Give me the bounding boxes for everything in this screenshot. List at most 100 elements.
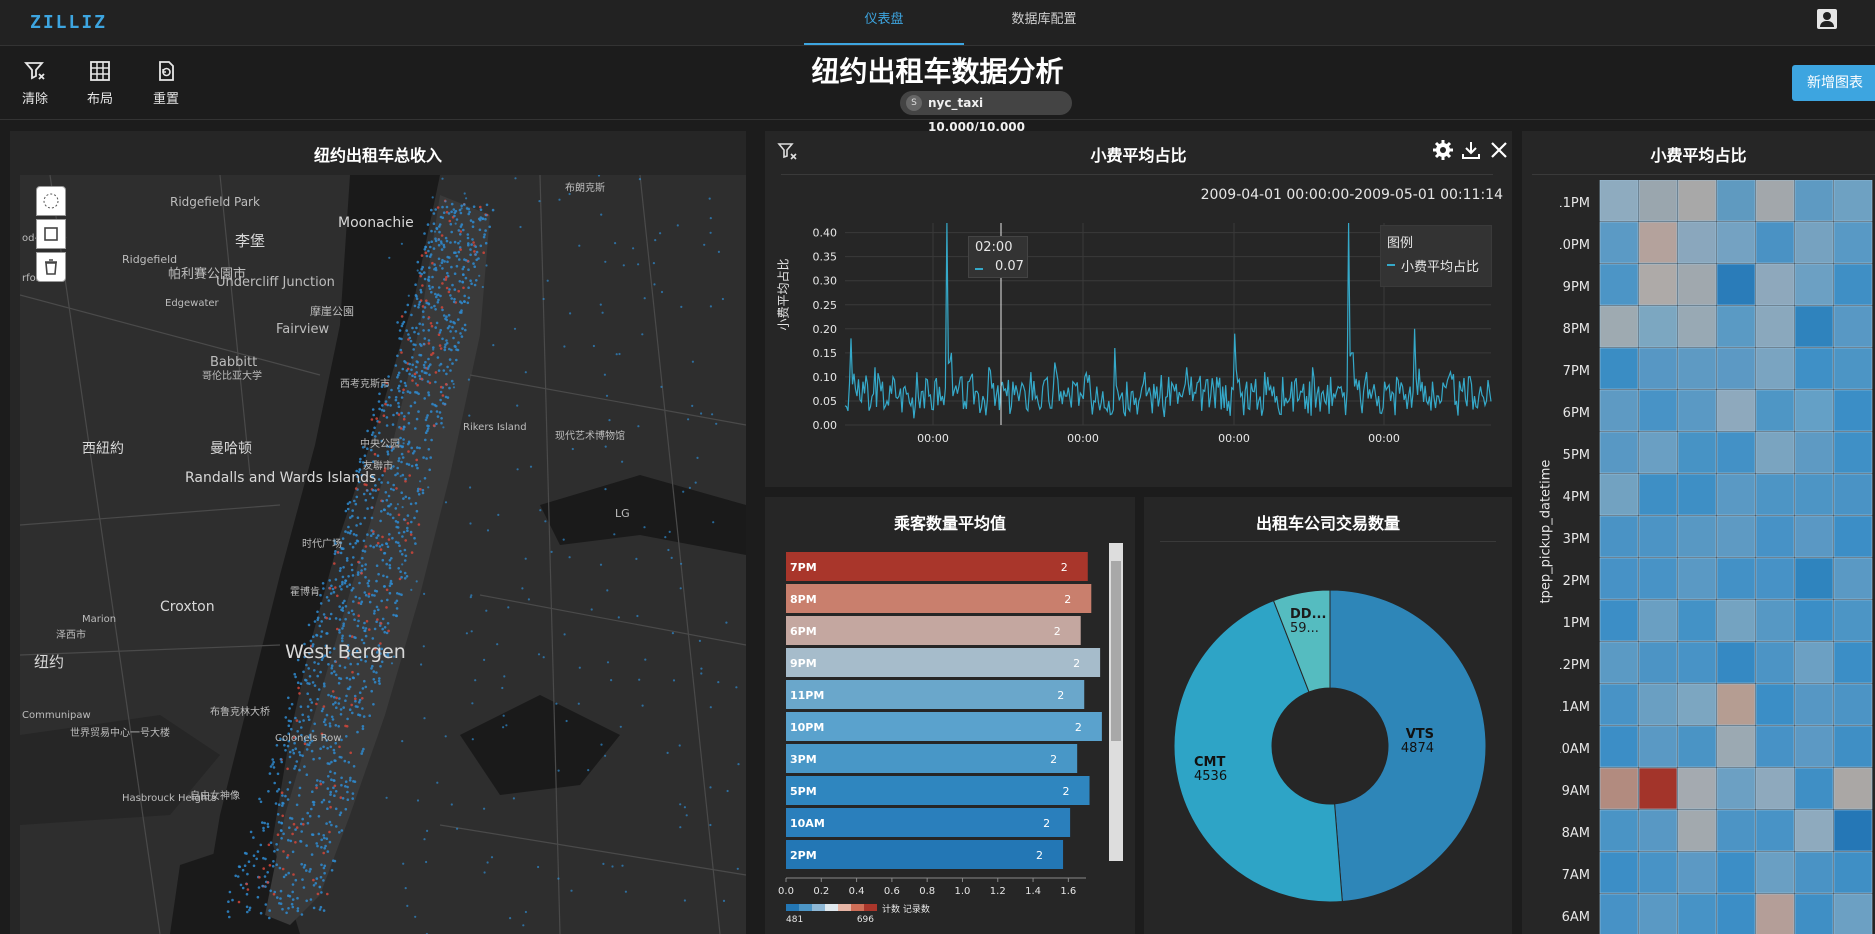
- pickup-point: [301, 713, 305, 717]
- pickup-point: [434, 208, 438, 211]
- pickup-point: [311, 681, 315, 684]
- taxi-company-donut-chart[interactable]: VTS4874CMT4536DD...59...: [1144, 560, 1512, 934]
- pickup-point: [427, 329, 431, 332]
- pickup-point: [446, 365, 449, 369]
- pickup-point: [359, 457, 362, 461]
- pickup-point: [389, 404, 392, 407]
- pickup-point: [386, 452, 390, 456]
- pickup-point: [486, 529, 490, 532]
- pickup-point: [361, 725, 365, 728]
- pickup-point: [399, 380, 403, 383]
- pickup-point: [266, 881, 270, 884]
- line-chart-clear-filter-icon[interactable]: [777, 140, 799, 162]
- pickup-point: [408, 336, 412, 340]
- pickup-point: [322, 587, 325, 590]
- pickup-point: [387, 504, 390, 508]
- map-place-label: Ridgefield: [122, 253, 178, 266]
- user-account-icon[interactable]: [1817, 9, 1837, 29]
- pickup-point: [469, 486, 472, 489]
- pickup-point: [423, 366, 426, 369]
- pickup-point: [268, 916, 271, 920]
- pickup-point: [401, 473, 405, 477]
- pickup-point: [429, 253, 433, 256]
- pickup-point: [427, 339, 431, 342]
- pickup-point: [447, 313, 451, 317]
- pickup-point: [329, 793, 332, 796]
- passenger-bar-chart[interactable]: 7PM 28PM 26PM 29PM 211PM 210PM 23PM 25PM 210AM 22…: [770, 540, 1110, 930]
- pickup-point: [448, 219, 452, 223]
- y-tick-label: 0.35: [813, 251, 838, 264]
- legend-gradient-step: [825, 904, 838, 911]
- taxi-map[interactable]: Ridgefield Park 帕利賽公園市 李堡 Moonachie Ridgefie…: [20, 175, 746, 934]
- pickup-point: [356, 730, 359, 734]
- pickup-point: [413, 401, 417, 404]
- pickup-point: [555, 702, 558, 705]
- bar-chart-scrollbar[interactable]: [1109, 543, 1123, 861]
- pickup-point: [417, 523, 421, 526]
- heatmap-row-label: 10PM: [1560, 238, 1590, 253]
- pickup-point: [497, 513, 500, 516]
- pickup-point: [430, 324, 434, 328]
- pickup-point: [255, 857, 258, 861]
- scroll-thumb[interactable]: [1111, 561, 1121, 741]
- tip-ratio-heatmap[interactable]: 11PM10PM9PM8PM7PM6PM5PM4PM3PM2PM1PM12PM1…: [1560, 180, 1875, 934]
- pickup-point: [319, 602, 323, 605]
- download-icon[interactable]: [1460, 139, 1482, 161]
- heatmap-cell: [1677, 347, 1717, 390]
- heatmap-row-label: 11PM: [1560, 196, 1590, 211]
- pickup-point: [358, 581, 361, 585]
- dataset-badge[interactable]: S nyc_taxi 10,000/10,000: [900, 91, 1072, 134]
- map-place-label: Edgewater: [165, 298, 219, 309]
- pickup-point: [516, 468, 519, 471]
- pickup-point: [418, 446, 421, 450]
- pickup-point: [317, 688, 321, 691]
- pickup-point: [307, 667, 311, 670]
- pickup-point: [470, 630, 473, 633]
- legend-item[interactable]: 小费平均占比: [1401, 256, 1479, 275]
- pickup-point: [652, 262, 656, 265]
- pickup-point: [307, 715, 310, 718]
- heatmap-cell: [1716, 809, 1756, 852]
- pickup-point: [455, 218, 459, 221]
- pickup-point: [400, 324, 404, 328]
- pickup-point: [344, 509, 348, 513]
- gear-icon[interactable]: [1432, 139, 1454, 161]
- pickup-point: [334, 578, 338, 581]
- pickup-point: [333, 670, 336, 673]
- pickup-point: [281, 794, 284, 797]
- pickup-point: [353, 618, 356, 621]
- pickup-point: [469, 596, 472, 599]
- heatmap-cell: [1677, 515, 1717, 558]
- pickup-point: [643, 297, 646, 300]
- tab-dashboard[interactable]: 仪表盘: [804, 0, 964, 45]
- pickup-point: [323, 864, 327, 868]
- tab-database-config[interactable]: 数据库配置: [964, 0, 1124, 45]
- pickup-point: [604, 445, 607, 448]
- heatmap-cell: [1755, 263, 1795, 306]
- pickup-point: [600, 213, 603, 216]
- add-chart-button[interactable]: 新增图表: [1792, 65, 1875, 101]
- pickup-point: [348, 678, 352, 681]
- draw-rectangle-tool[interactable]: [36, 219, 66, 249]
- pickup-point: [439, 385, 443, 389]
- pickup-point: [454, 222, 457, 225]
- pickup-point: [308, 675, 312, 678]
- pickup-point: [468, 210, 471, 214]
- draw-circle-tool[interactable]: [36, 186, 66, 216]
- pickup-point: [228, 915, 231, 919]
- x-tick-label: 1.0: [955, 886, 971, 897]
- pickup-point: [288, 755, 292, 759]
- legend-min-label: 481: [786, 915, 803, 925]
- pickup-point: [266, 871, 269, 874]
- zilliz-logo[interactable]: ZILLIZ: [30, 12, 107, 33]
- pickup-point: [371, 637, 375, 640]
- pickup-point: [355, 524, 358, 527]
- delete-shape-tool[interactable]: [36, 252, 66, 282]
- close-icon[interactable]: [1488, 139, 1510, 161]
- x-tick-label: 0.2: [813, 886, 829, 897]
- pickup-point: [371, 431, 375, 434]
- pickup-point: [413, 536, 416, 540]
- pickup-point: [448, 288, 451, 291]
- slice-value-label: 59...: [1290, 621, 1319, 636]
- heatmap-ylabel: tpep_pickup_datetime: [1538, 459, 1554, 604]
